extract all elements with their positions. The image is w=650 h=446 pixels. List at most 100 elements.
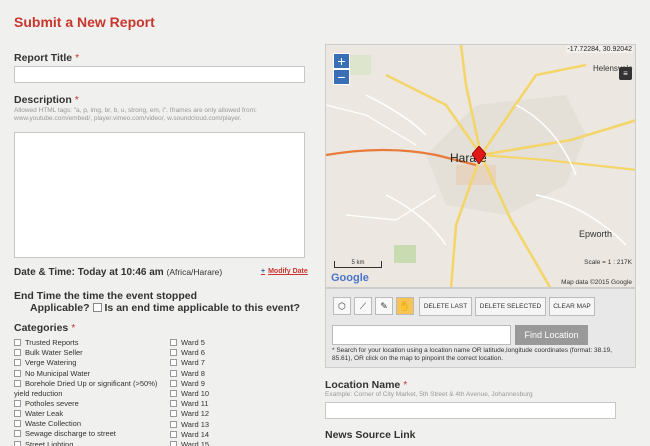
category-checkbox[interactable] <box>170 379 177 387</box>
category-item[interactable]: Trusted Reports <box>14 338 169 348</box>
map-label-helensvale: Helensvale <box>593 64 633 73</box>
find-location-button[interactable]: Find Location <box>515 325 588 345</box>
delete-selected-button[interactable]: DELETE SELECTED <box>475 297 546 316</box>
category-label: Ward 5 <box>181 338 205 347</box>
category-item[interactable]: Sewage discharge to street <box>14 429 169 439</box>
zoom-in-button[interactable]: + <box>333 53 350 69</box>
category-label: Ward 9 <box>181 378 205 388</box>
category-label: Water Leak <box>25 408 64 418</box>
category-checkbox[interactable] <box>170 420 177 428</box>
map[interactable]: -17.72284, 30.92042 + − ≡ Helensvale Epw… <box>325 44 636 288</box>
category-item[interactable]: Waste Collection <box>14 419 169 429</box>
line-icon[interactable]: ⟋ <box>354 297 372 315</box>
categories-label: Categories * <box>14 322 76 334</box>
category-item[interactable]: Street Lighting <box>14 440 169 446</box>
category-label: Waste Collection <box>25 419 81 429</box>
category-item[interactable]: No Municipal Water <box>14 369 169 379</box>
google-logo: Google <box>331 272 369 284</box>
category-checkbox[interactable] <box>14 339 21 346</box>
location-name-input[interactable] <box>325 402 616 419</box>
map-canvas <box>326 45 635 287</box>
map-marker-icon[interactable] <box>472 146 486 164</box>
category-checkbox[interactable] <box>14 379 21 387</box>
modify-date-link[interactable]: + Modify Date <box>261 268 308 275</box>
category-checkbox[interactable] <box>170 389 177 397</box>
news-source-label: News Source Link <box>325 429 416 441</box>
category-checkbox[interactable] <box>170 349 177 357</box>
category-checkbox[interactable] <box>14 399 21 407</box>
category-label: Ward 6 <box>181 348 205 358</box>
category-item[interactable]: Ward 15 <box>170 440 230 446</box>
category-label: Ward 8 <box>181 368 205 378</box>
category-checkbox[interactable] <box>14 409 21 417</box>
description-textarea[interactable] <box>14 132 305 258</box>
category-item[interactable]: Ward 13 <box>170 420 230 430</box>
find-location-input[interactable] <box>332 325 511 345</box>
categories-column-2: Ward 5 Ward 6 Ward 7 Ward 8 Ward 9 Ward 10 War… <box>170 338 230 446</box>
category-label: No Municipal Water <box>25 368 91 378</box>
polygon-icon[interactable]: ⬡ <box>333 297 351 315</box>
category-label: Street Lighting <box>25 439 74 446</box>
category-label: Sewage discharge to street <box>25 429 116 439</box>
category-item[interactable]: Ward 10 <box>170 389 230 399</box>
category-checkbox[interactable] <box>14 440 21 446</box>
category-checkbox[interactable] <box>14 349 21 357</box>
end-time-section: End Time the time the event stopped Appl… <box>14 290 300 314</box>
category-item[interactable]: Ward 9 <box>170 379 230 389</box>
category-label: Ward 14 <box>181 429 210 439</box>
scale-text: Scale = 1 : 217K <box>584 259 632 266</box>
delete-last-button[interactable]: DELETE LAST <box>419 297 472 316</box>
category-checkbox[interactable] <box>170 369 177 377</box>
location-name-example: Example: Corner of City Market, 5th Stre… <box>325 391 533 398</box>
date-time: Date & Time: Today at 10:46 am (Africa/H… <box>14 267 223 278</box>
category-checkbox[interactable] <box>170 359 177 367</box>
map-tools-panel: ⬡ ⟋ ✎ ✋ DELETE LAST DELETE SELECTED CLEA… <box>325 288 636 368</box>
category-item[interactable]: Bulk Water Seller <box>14 348 169 358</box>
category-checkbox[interactable] <box>14 359 21 367</box>
category-label: Ward 13 <box>181 419 210 429</box>
category-label: Verge Watering <box>25 358 77 368</box>
category-item[interactable]: Verge Watering <box>14 358 169 368</box>
category-checkbox[interactable] <box>14 369 21 377</box>
category-label: Ward 7 <box>181 358 205 368</box>
categories-column-1: Trusted Reports Bulk Water Seller Verge Wa… <box>14 338 169 446</box>
category-item[interactable]: Ward 12 <box>170 409 230 419</box>
zoom-controls: + − <box>333 53 350 85</box>
map-attribution: Map data ©2015 Google <box>561 279 632 286</box>
category-checkbox[interactable] <box>170 440 177 446</box>
description-label: Description * <box>14 94 79 106</box>
category-checkbox[interactable] <box>170 400 177 408</box>
map-label-epworth: Epworth <box>579 229 613 239</box>
category-checkbox[interactable] <box>14 420 21 428</box>
category-label: Bulk Water Seller <box>25 348 83 358</box>
location-name-label: Location Name * <box>325 379 408 391</box>
find-location-note: * Search for your location using a locat… <box>332 347 613 362</box>
category-checkbox[interactable] <box>170 410 177 418</box>
pencil-icon[interactable]: ✎ <box>375 297 393 315</box>
report-title-input[interactable] <box>14 66 305 83</box>
category-item[interactable]: Ward 14 <box>170 430 230 440</box>
hand-icon[interactable]: ✋ <box>396 297 414 315</box>
category-item[interactable]: Ward 11 <box>170 399 230 409</box>
description-note: Allowed HTML tags: "a, p, img, br, b, u,… <box>14 107 257 122</box>
category-label: Borehole Dried Up or significant (>50%) … <box>14 378 158 398</box>
category-label: Ward 12 <box>181 409 210 419</box>
plus-icon: + <box>261 268 266 275</box>
category-checkbox[interactable] <box>170 339 177 346</box>
coordinate-readout: -17.72284, 30.92042 <box>566 46 633 53</box>
category-item[interactable]: Ward 7 <box>170 358 230 368</box>
category-item[interactable]: Potholes severe <box>14 399 169 409</box>
category-item[interactable]: Ward 6 <box>170 348 230 358</box>
category-checkbox[interactable] <box>14 430 21 438</box>
scale-bar: 5 km <box>334 260 382 268</box>
category-item[interactable]: Ward 8 <box>170 369 230 379</box>
category-label: Trusted Reports <box>25 338 79 347</box>
category-item[interactable]: Ward 5 <box>170 338 230 348</box>
end-time-checkbox[interactable] <box>92 303 102 312</box>
clear-map-button[interactable]: CLEAR MAP <box>549 297 595 316</box>
zoom-out-button[interactable]: − <box>333 69 350 85</box>
category-item[interactable]: Borehole Dried Up or significant (>50%) … <box>14 379 169 399</box>
category-checkbox[interactable] <box>170 430 177 438</box>
category-item[interactable]: Water Leak <box>14 409 169 419</box>
category-label: Ward 11 <box>181 399 209 409</box>
